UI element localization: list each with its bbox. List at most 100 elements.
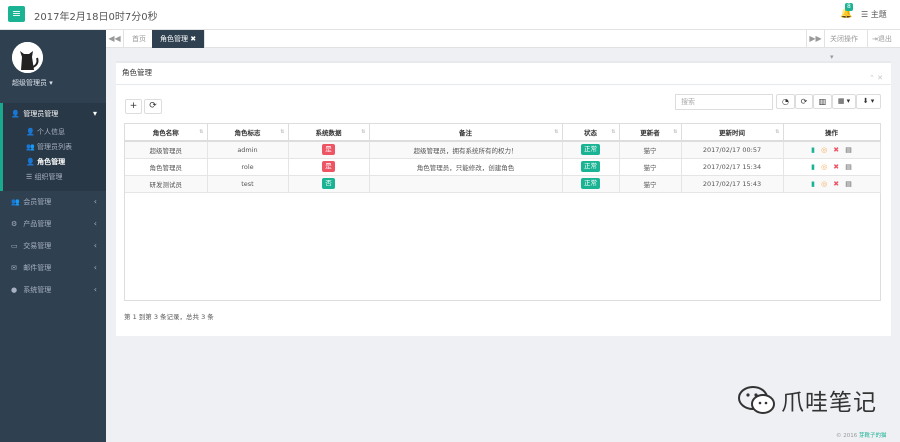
chevron-left-icon: ‹ <box>93 285 97 294</box>
detail-icon[interactable]: ▤ <box>845 180 852 188</box>
footer-author-link[interactable]: 芽靴子的猫 <box>859 433 887 439</box>
status-cell: 正常 <box>562 158 620 176</box>
edit-icon[interactable]: ▮ <box>811 146 815 154</box>
sidebar: 超级管理员 ▾ 👤 管理员管理 ▾ 👤 个人信息 👥 管理员列表 👤 角色管理 … <box>0 30 106 442</box>
user-icon: 👤 <box>11 110 20 118</box>
role-name-cell: 研发测试员 <box>125 175 208 193</box>
sidebar-subitem-org[interactable]: ☰ 组织管理 <box>26 170 63 185</box>
sort-icon: ⇅ <box>280 129 285 135</box>
system-badge: 否 <box>322 178 335 189</box>
tab-role-management[interactable]: 角色管理 ✖ <box>152 30 206 48</box>
logout-button[interactable]: ⇥退出 <box>867 30 900 48</box>
role-flag-cell: admin <box>207 141 289 159</box>
edit-icon[interactable]: ▮ <box>811 180 815 188</box>
chevron-left-icon: ‹ <box>93 241 97 250</box>
page-tabs-bar: ◀◀ 首页 角色管理 ✖ ▶▶ 关闭操作 ▾ ⇥退出 <box>106 30 900 61</box>
update-time-cell: 2017/02/17 15:43 <box>681 175 784 193</box>
sidebar-item-members[interactable]: 👥 会员管理 ‹ <box>0 191 106 213</box>
clock-icon[interactable]: ◔ <box>776 94 795 109</box>
chevron-left-icon: ‹ <box>93 197 97 206</box>
sidebar-subitem-profile[interactable]: 👤 个人信息 <box>26 125 65 140</box>
sidebar-subitem-label: 组织管理 <box>34 173 63 181</box>
sidebar-item-products[interactable]: ⚙ 产品管理 ‹ <box>0 213 106 235</box>
updater-cell: 猫宁 <box>619 175 682 193</box>
sidebar-item-label: 交易管理 <box>23 242 52 250</box>
sort-icon: ⇅ <box>199 129 204 135</box>
sidebar-item-system[interactable]: ● 系统管理 ‹ <box>0 279 106 301</box>
menu-toggle-button[interactable]: ≡ <box>8 6 25 22</box>
power-icon[interactable]: ◎ <box>821 180 827 188</box>
sidebar-subitem-label: 角色管理 <box>37 158 66 166</box>
column-header[interactable]: 角色名称 ⇅ <box>125 124 208 142</box>
updater-cell: 猫宁 <box>619 158 682 176</box>
user-icon: 👤 <box>26 158 35 166</box>
tabs-scroll-left-button[interactable]: ◀◀ <box>106 30 124 48</box>
panel-collapse-close-icon[interactable]: ⌃ ✕ <box>869 68 883 88</box>
chevron-down-icon: ▾ <box>92 109 97 118</box>
status-cell: 正常 <box>562 141 620 159</box>
sidebar-item-mail[interactable]: ✉ 邮件管理 ‹ <box>0 257 106 279</box>
column-header[interactable]: 更新者 ⇅ <box>619 124 682 142</box>
footer-copyright: © 2016 芽靴子的猫 <box>836 433 887 439</box>
sidebar-item-label: 系统管理 <box>23 286 52 294</box>
search-input[interactable]: 搜索 <box>675 94 773 110</box>
users-icon: 👥 <box>26 143 35 151</box>
top-header: ≡ 2017年2月18日0时7分0秒 🔔 8 ☰ 主题 <box>0 0 900 30</box>
table-row[interactable]: 超级管理员 admin 是 超级管理员，拥有系统所有的权力！ 正常 猫宁 201… <box>125 141 881 159</box>
grid-dropdown-icon[interactable]: ▦ ▾ <box>832 94 856 109</box>
column-header[interactable]: 状态 ⇅ <box>562 124 620 142</box>
user-icon: 👤 <box>26 128 35 136</box>
sidebar-subitem-admin-list[interactable]: 👥 管理员列表 <box>26 140 72 155</box>
columns-icon[interactable]: ▥ <box>813 94 832 109</box>
panel-title: 角色管理 ⌃ ✕ <box>116 63 891 85</box>
detail-icon[interactable]: ▤ <box>845 163 852 171</box>
delete-icon[interactable]: ✖ <box>833 146 839 154</box>
logout-label: 退出 <box>877 35 892 43</box>
delete-icon[interactable]: ✖ <box>833 163 839 171</box>
sort-icon: ⇅ <box>775 129 780 135</box>
column-header[interactable]: 备注 ⇅ <box>369 124 563 142</box>
tabs-scroll-right-button[interactable]: ▶▶ <box>806 30 824 48</box>
close-operations-dropdown[interactable]: 关闭操作 ▾ <box>824 30 867 61</box>
power-icon[interactable]: ◎ <box>821 163 827 171</box>
username-dropdown[interactable]: 超级管理员 ▾ <box>12 78 53 88</box>
update-time-cell: 2017/02/17 15:34 <box>681 158 784 176</box>
remark-cell: 角色管理员，只能修改，创建角色 <box>369 158 563 176</box>
delete-icon[interactable]: ✖ <box>833 180 839 188</box>
role-flag-cell: role <box>207 158 289 176</box>
edit-icon[interactable]: ▮ <box>811 163 815 171</box>
sidebar-subitem-roles[interactable]: 👤 角色管理 <box>26 155 65 170</box>
panel-title-text: 角色管理 <box>122 68 152 77</box>
avatar[interactable] <box>12 42 43 73</box>
refresh-button[interactable]: ⟳ <box>144 99 162 114</box>
roles-table: 角色名称 ⇅ 角色标志 ⇅ 系统数据 ⇅ 备注 ⇅ 状态 ⇅ 更新者 ⇅ 更新时间 ⇅ 操作 … <box>124 123 881 301</box>
operations-cell: ▮ ◎ ✖ ▤ <box>783 141 881 159</box>
theme-button[interactable]: ☰ 主题 <box>861 9 887 20</box>
table-row[interactable]: 研发测试员 test 否 正常 猫宁 2017/02/17 15:43 ▮ ◎ … <box>125 175 881 193</box>
notification-badge: 8 <box>845 3 853 11</box>
status-cell: 正常 <box>562 175 620 193</box>
tab-home[interactable]: 首页 <box>124 30 155 48</box>
power-icon[interactable]: ◎ <box>821 146 827 154</box>
sidebar-item-label: 产品管理 <box>23 220 52 228</box>
status-badge: 正常 <box>581 144 600 156</box>
add-button[interactable]: + <box>125 99 142 114</box>
sort-icon: ⇅ <box>361 129 366 135</box>
export-dropdown-icon[interactable]: ⬇ ▾ <box>856 94 881 109</box>
wechat-icon <box>738 386 775 414</box>
column-header[interactable]: 更新时间 ⇅ <box>681 124 784 142</box>
column-header[interactable]: 角色标志 ⇅ <box>207 124 289 142</box>
table-row[interactable]: 角色管理员 role 是 角色管理员，只能修改，创建角色 正常 猫宁 2017/… <box>125 158 881 176</box>
current-time: 2017年2月18日0时7分0秒 <box>34 12 158 23</box>
role-name-cell: 角色管理员 <box>125 158 208 176</box>
sort-icon: ⇅ <box>673 129 678 135</box>
sidebar-item-admin[interactable]: 👤 管理员管理 ▾ <box>0 103 106 125</box>
column-header[interactable]: 系统数据 ⇅ <box>288 124 370 142</box>
system-data-cell: 是 <box>288 141 370 159</box>
detail-icon[interactable]: ▤ <box>845 146 852 154</box>
users-icon: 👥 <box>11 198 20 206</box>
refresh-icon[interactable]: ⟳ <box>795 94 813 109</box>
sort-icon: ⇅ <box>611 129 616 135</box>
pagination-info: 第 1 到第 3 条记录，总共 3 条 <box>124 313 214 321</box>
sidebar-item-trades[interactable]: ▭ 交易管理 ‹ <box>0 235 106 257</box>
